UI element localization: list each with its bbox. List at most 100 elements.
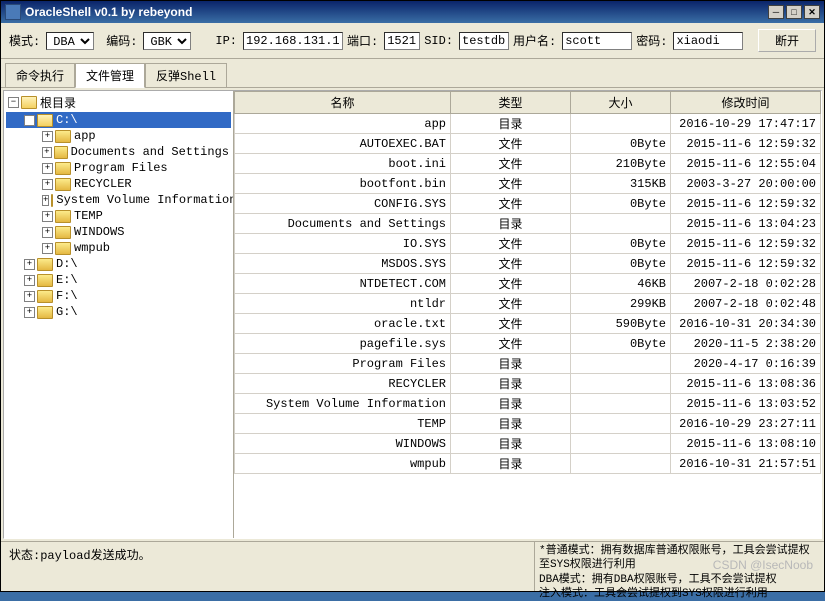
expand-icon[interactable]: + xyxy=(24,291,35,302)
cell-size: 299KB xyxy=(571,294,671,314)
tree-node-label: G:\ xyxy=(56,305,78,319)
folder-icon xyxy=(37,290,53,303)
tree-drive-item[interactable]: + G:\ xyxy=(6,304,231,320)
tree-folder-item[interactable]: +Program Files xyxy=(6,160,231,176)
folder-icon xyxy=(54,146,68,159)
table-row[interactable]: TEMP目录2016-10-29 23:27:11 xyxy=(235,414,821,434)
directory-tree[interactable]: − 根目录 − C:\ +app+Documents and Settings+… xyxy=(4,91,234,538)
tree-root-node[interactable]: − 根目录 xyxy=(6,93,231,112)
table-row[interactable]: AUTOEXEC.BAT文件0Byte2015-11-6 12:59:32 xyxy=(235,134,821,154)
expand-icon[interactable]: + xyxy=(42,227,53,238)
tree-node-label: app xyxy=(74,129,96,143)
tree-folder-item[interactable]: + app xyxy=(6,128,231,144)
expand-icon[interactable]: + xyxy=(42,243,53,254)
cell-size xyxy=(571,434,671,454)
table-row[interactable]: ntldr文件299KB2007-2-18 0:02:48 xyxy=(235,294,821,314)
tab-command[interactable]: 命令执行 xyxy=(5,63,75,87)
tab-files[interactable]: 文件管理 xyxy=(75,63,145,88)
tree-node-label: C:\ xyxy=(56,113,78,127)
minimize-button[interactable]: ─ xyxy=(768,5,784,19)
cell-name: app xyxy=(235,114,451,134)
folder-icon xyxy=(37,258,53,271)
cell-type: 文件 xyxy=(451,234,571,254)
cell-name: WINDOWS xyxy=(235,434,451,454)
col-type[interactable]: 类型 xyxy=(451,92,571,114)
user-input[interactable] xyxy=(562,32,632,50)
pass-input[interactable] xyxy=(673,32,743,50)
expand-icon[interactable]: + xyxy=(42,179,53,190)
tree-folder-item[interactable]: + Documents and Settings xyxy=(6,144,231,160)
cell-name: pagefile.sys xyxy=(235,334,451,354)
expand-icon[interactable]: + xyxy=(42,131,53,142)
file-list-panel[interactable]: 名称 类型 大小 修改时间 app目录2016-10-29 17:47:17AU… xyxy=(234,91,821,538)
cell-name: boot.ini xyxy=(235,154,451,174)
cell-name: bootfont.bin xyxy=(235,174,451,194)
cell-mtime: 2007-2-18 0:02:48 xyxy=(671,294,821,314)
sid-label: SID: xyxy=(424,34,453,48)
table-row[interactable]: bootfont.bin文件315KB2003-3-27 20:00:00 xyxy=(235,174,821,194)
expand-icon[interactable]: + xyxy=(24,275,35,286)
col-name[interactable]: 名称 xyxy=(235,92,451,114)
close-button[interactable]: ✕ xyxy=(804,5,820,19)
table-row[interactable]: CONFIG.SYS文件0Byte2015-11-6 12:59:32 xyxy=(235,194,821,214)
expand-icon[interactable]: + xyxy=(42,147,52,158)
table-row[interactable]: Documents and Settings目录2015-11-6 13:04:… xyxy=(235,214,821,234)
table-row[interactable]: System Volume Information目录2015-11-6 13:… xyxy=(235,394,821,414)
mode-select[interactable]: DBA xyxy=(46,32,94,50)
cell-size xyxy=(571,454,671,474)
expand-icon[interactable]: + xyxy=(42,163,53,174)
table-row[interactable]: RECYCLER目录2015-11-6 13:08:36 xyxy=(235,374,821,394)
table-row[interactable]: WINDOWS目录2015-11-6 13:08:10 xyxy=(235,434,821,454)
tree-drive-item[interactable]: +E:\ xyxy=(6,272,231,288)
cell-type: 文件 xyxy=(451,194,571,214)
port-input[interactable] xyxy=(384,32,420,50)
tree-folder-item[interactable]: +System Volume Information xyxy=(6,192,231,208)
tree-drive-c[interactable]: − C:\ xyxy=(6,112,231,128)
cell-size xyxy=(571,414,671,434)
titlebar[interactable]: OracleShell v0.1 by rebeyond ─ □ ✕ xyxy=(1,1,824,23)
cell-mtime: 2016-10-31 20:34:30 xyxy=(671,314,821,334)
cell-name: RECYCLER xyxy=(235,374,451,394)
tree-folder-item[interactable]: +wmpub xyxy=(6,240,231,256)
sid-input[interactable] xyxy=(459,32,509,50)
cell-type: 文件 xyxy=(451,274,571,294)
expand-icon[interactable]: + xyxy=(24,259,35,270)
table-row[interactable]: app目录2016-10-29 17:47:17 xyxy=(235,114,821,134)
expand-icon[interactable]: + xyxy=(24,307,35,318)
maximize-button[interactable]: □ xyxy=(786,5,802,19)
table-row[interactable]: MSDOS.SYS文件0Byte2015-11-6 12:59:32 xyxy=(235,254,821,274)
tree-drive-item[interactable]: +F:\ xyxy=(6,288,231,304)
table-row[interactable]: pagefile.sys文件0Byte2020-11-5 2:38:20 xyxy=(235,334,821,354)
table-row[interactable]: boot.ini文件210Byte2015-11-6 12:55:04 xyxy=(235,154,821,174)
tree-folder-item[interactable]: + WINDOWS xyxy=(6,224,231,240)
tree-drive-item[interactable]: + D:\ xyxy=(6,256,231,272)
table-row[interactable]: oracle.txt文件590Byte2016-10-31 20:34:30 xyxy=(235,314,821,334)
expand-icon[interactable]: + xyxy=(42,195,49,206)
folder-icon xyxy=(37,274,53,287)
col-size[interactable]: 大小 xyxy=(571,92,671,114)
folder-icon xyxy=(55,178,71,191)
tree-node-label: Documents and Settings xyxy=(71,145,229,159)
table-row[interactable]: NTDETECT.COM文件46KB2007-2-18 0:02:28 xyxy=(235,274,821,294)
encoding-select[interactable]: GBK xyxy=(143,32,191,50)
col-mtime[interactable]: 修改时间 xyxy=(671,92,821,114)
cell-name: IO.SYS xyxy=(235,234,451,254)
tree-folder-item[interactable]: +RECYCLER xyxy=(6,176,231,192)
cell-mtime: 2015-11-6 12:59:32 xyxy=(671,194,821,214)
tab-reverse-shell[interactable]: 反弹Shell xyxy=(145,63,227,87)
table-row[interactable]: wmpub目录2016-10-31 21:57:51 xyxy=(235,454,821,474)
cell-size: 46KB xyxy=(571,274,671,294)
disconnect-button[interactable]: 断开 xyxy=(758,29,816,52)
window-title: OracleShell v0.1 by rebeyond xyxy=(25,5,768,19)
table-row[interactable]: Program Files目录2020-4-17 0:16:39 xyxy=(235,354,821,374)
cell-type: 文件 xyxy=(451,314,571,334)
expand-icon[interactable]: + xyxy=(42,211,53,222)
ip-input[interactable] xyxy=(243,32,343,50)
tree-folder-item[interactable]: +TEMP xyxy=(6,208,231,224)
collapse-icon[interactable]: − xyxy=(24,115,35,126)
main-window: OracleShell v0.1 by rebeyond ─ □ ✕ 模式: D… xyxy=(0,0,825,592)
tree-node-label: WINDOWS xyxy=(74,225,124,239)
collapse-icon[interactable]: − xyxy=(8,97,19,108)
table-row[interactable]: IO.SYS文件0Byte2015-11-6 12:59:32 xyxy=(235,234,821,254)
tree-node-label: D:\ xyxy=(56,257,78,271)
